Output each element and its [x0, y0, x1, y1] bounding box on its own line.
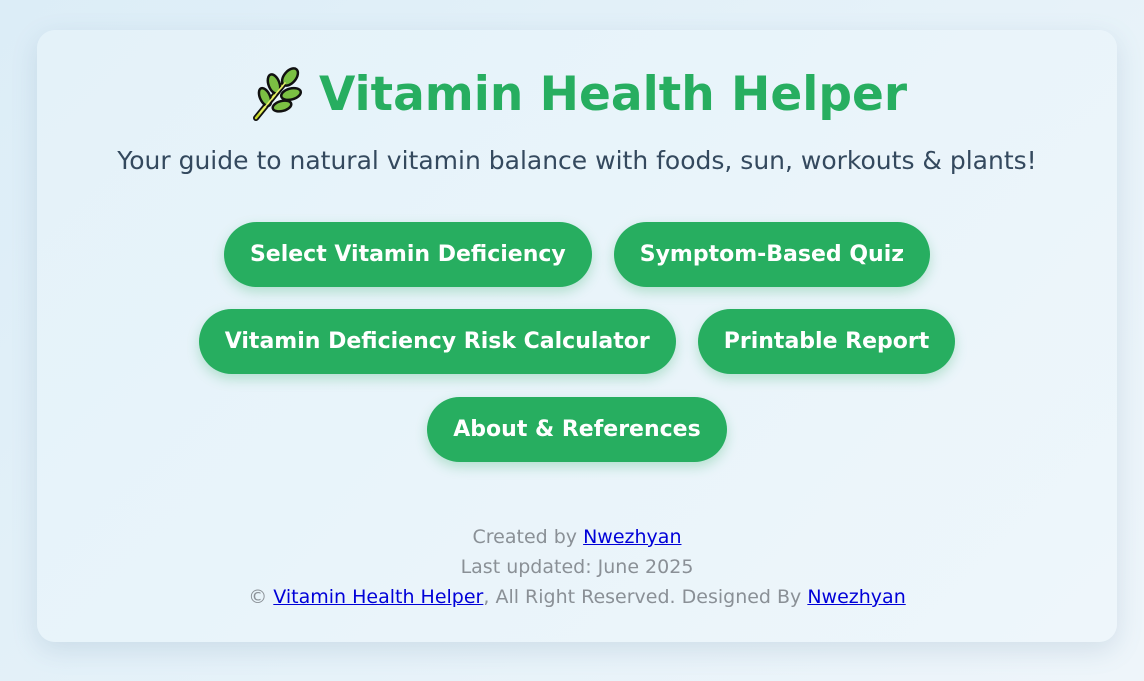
footer: Created by Nwezhyan Last updated: June 2… [37, 522, 1117, 612]
header: Vitamin Health Helper [37, 66, 1117, 124]
button-row-3: About & References [37, 397, 1117, 462]
site-link[interactable]: Vitamin Health Helper [273, 586, 483, 608]
select-vitamin-deficiency-button[interactable]: Select Vitamin Deficiency [223, 222, 592, 287]
last-updated-text: Last updated: June 2025 [460, 556, 694, 578]
rights-text: , All Right Reserved. Designed By [483, 586, 808, 608]
footer-credit: Created by Nwezhyan [37, 522, 1117, 552]
author-link[interactable]: Nwezhyan [583, 526, 681, 548]
printable-report-button[interactable]: Printable Report [697, 309, 956, 374]
about-references-button[interactable]: About & References [427, 397, 727, 462]
risk-calculator-button[interactable]: Vitamin Deficiency Risk Calculator [198, 309, 676, 374]
symptom-quiz-button[interactable]: Symptom-Based Quiz [613, 222, 931, 287]
page-title: Vitamin Health Helper [318, 67, 908, 122]
button-row-1: Select Vitamin Deficiency Symptom-Based … [37, 222, 1117, 287]
designer-link[interactable]: Nwezhyan [807, 586, 905, 608]
footer-copyright: © Vitamin Health Helper, All Right Reser… [37, 582, 1117, 612]
button-row-2: Vitamin Deficiency Risk Calculator Print… [37, 309, 1117, 374]
page-subtitle: Your guide to natural vitamin balance wi… [117, 146, 1037, 175]
created-by-text: Created by [472, 526, 584, 548]
copyright-symbol: © [248, 586, 274, 608]
herb-leaf-icon [247, 66, 303, 124]
main-card: Vitamin Health Helper Your guide to natu… [37, 30, 1117, 642]
